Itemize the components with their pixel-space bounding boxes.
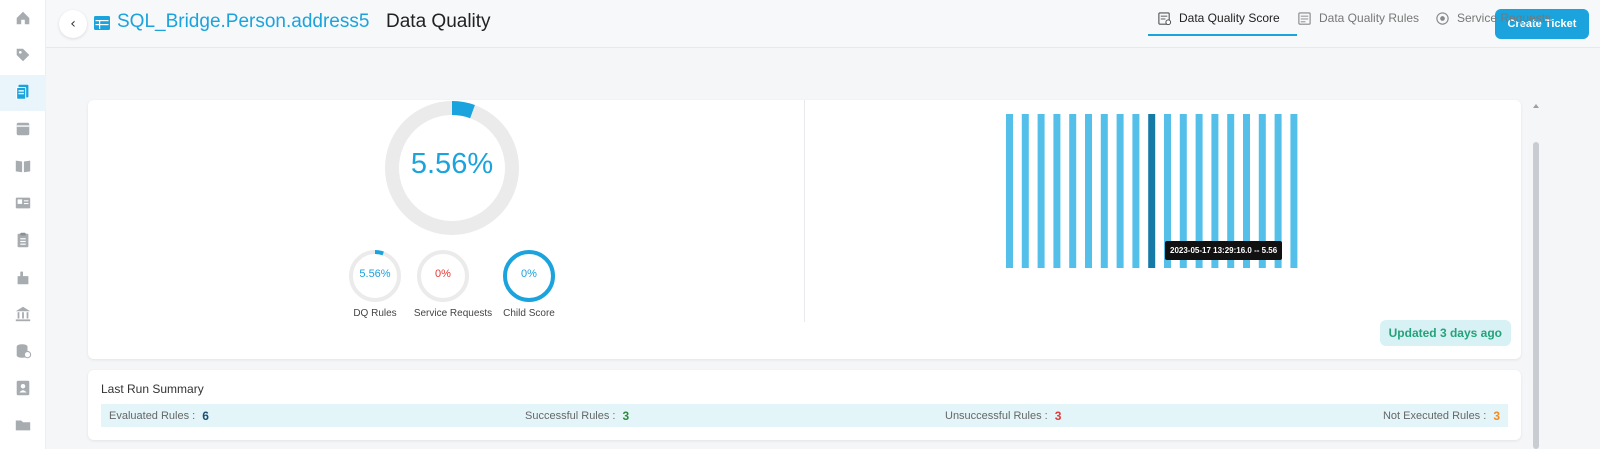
chevron-left-icon: ‹ [70, 16, 76, 32]
unsuccessful-rules: Unsuccessful Rules : 3 [945, 404, 1061, 427]
updated-badge: Updated 3 days ago [1379, 320, 1511, 346]
chart-bar[interactable] [1037, 114, 1045, 268]
data-quality-icon[interactable] [11, 80, 35, 104]
institution-icon[interactable] [11, 302, 35, 326]
tab-label: Service Requests [1457, 11, 1552, 25]
dq-rules-label: DQ Rules [353, 308, 397, 319]
rules-icon [1298, 11, 1311, 25]
successful-rules-value: 3 [622, 408, 630, 423]
tab-data-quality-score[interactable]: Data Quality Score [1148, 0, 1297, 36]
book-icon[interactable] [11, 154, 35, 178]
chart-bar[interactable] [1053, 114, 1061, 268]
evaluated-rules-value: 6 [202, 408, 209, 423]
tab-data-quality-rules[interactable]: Data Quality Rules [1297, 0, 1419, 36]
score-card: 5.56% 5.56% 0% 0% DQ Rules Service Reque… [88, 100, 1521, 359]
chart-bar[interactable] [1116, 114, 1124, 268]
summary-bar: Evaluated Rules : 6 Successful Rules : 3… [101, 404, 1508, 427]
scrollbar-thumb[interactable] [1533, 142, 1539, 449]
back-button[interactable]: ‹ [59, 10, 87, 38]
successful-rules: Successful Rules : 3 [525, 404, 629, 427]
not-executed-rules: Not Executed Rules : 3 [1383, 404, 1500, 427]
chart-bar[interactable] [1069, 114, 1077, 268]
vertical-divider [804, 100, 805, 322]
not-executed-rules-label: Not Executed Rules : [1382, 409, 1487, 422]
evaluated-rules: Evaluated Rules : 6 [109, 404, 209, 427]
report-icon[interactable] [11, 191, 35, 215]
chart-bar[interactable] [1006, 114, 1013, 268]
evaluated-rules-label: Evaluated Rules : [109, 409, 196, 422]
unsuccessful-rules-value: 3 [1054, 408, 1062, 423]
table-icon [94, 16, 110, 30]
service-requests-label: Service Requests [413, 308, 493, 319]
db-check-icon[interactable] [11, 339, 35, 363]
unsuccessful-rules-label: Unsuccessful Rules : [945, 409, 1048, 422]
active-tab-indicator [1148, 34, 1297, 36]
chart-bar[interactable] [1148, 114, 1156, 268]
last-run-summary-card: Last Run Summary Evaluated Rules : 6 Suc… [88, 370, 1521, 440]
successful-rules-label: Successful Rules : [525, 409, 616, 422]
tab-service-requests[interactable]: Service Requests [1435, 0, 1551, 36]
summary-title: Last Run Summary [101, 382, 204, 396]
chart-tooltip: 2023-05-17 13:29:16.0 -- 5.56 [1165, 241, 1283, 260]
contact-icon[interactable] [11, 376, 35, 400]
chart-bar[interactable] [1290, 114, 1298, 268]
dq-rules-value: 5.56% [359, 268, 391, 280]
database-icon[interactable] [11, 117, 35, 141]
child-score-label: Child Score [503, 308, 555, 319]
chart-bar[interactable] [1100, 114, 1108, 268]
sidebar [0, 0, 46, 449]
chart-bar[interactable] [1021, 114, 1029, 268]
service-requests-value: 0% [435, 268, 451, 280]
scroll-up-arrow-icon[interactable] [1532, 102, 1540, 110]
child-score-value: 0% [521, 268, 537, 280]
overall-score-value: 5.56% [410, 148, 494, 180]
home-icon[interactable] [11, 6, 35, 30]
tag-icon[interactable] [11, 43, 35, 67]
tab-label: Data Quality Score [1179, 11, 1280, 25]
chart-bar[interactable] [1085, 114, 1092, 268]
folder-icon[interactable] [11, 413, 35, 437]
not-executed-rules-value: 3 [1493, 408, 1500, 423]
entity-name-link[interactable]: SQL_Bridge.Person.address5 [117, 11, 369, 33]
chart-bar[interactable] [1132, 114, 1140, 268]
tab-label: Data Quality Rules [1319, 11, 1420, 25]
clipboard-icon[interactable] [11, 228, 35, 252]
service-requests-icon [1436, 11, 1449, 25]
score-icon [1158, 11, 1172, 25]
hand-icon[interactable] [11, 265, 35, 289]
page-title: Data Quality [386, 11, 491, 32]
